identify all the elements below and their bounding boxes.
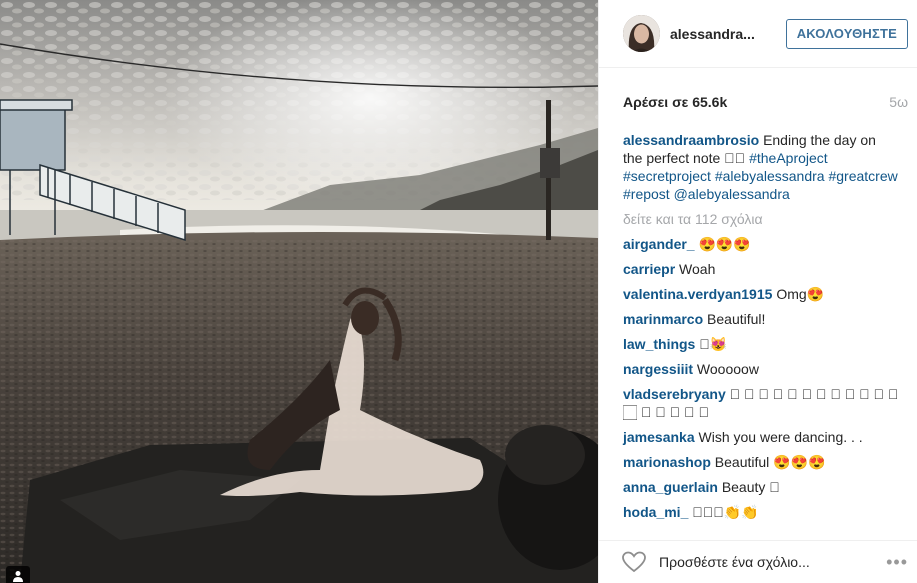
view-all-comments-link[interactable]: δείτε και τα 112 σχόλια <box>623 210 899 228</box>
caption-username[interactable]: alessandraambrosio <box>623 132 759 148</box>
comment-text: Woah <box>679 261 716 277</box>
comment-footer: Προσθέστε ένα σχόλιο... ••• <box>599 540 917 583</box>
hashtag[interactable]: #alebyalessandra <box>715 168 825 184</box>
comment-item: vladserebryany 🏻 🏻 🏻 🏻 🏻 🏻 🏻 🏻 🏻 🏻 🏻 🏻 🏻… <box>623 385 899 421</box>
comment-username[interactable]: vladserebryany <box>623 386 726 402</box>
post-caption: alessandraambrosio Ending the day on the… <box>623 131 899 203</box>
comment-item: marinmarco Beautiful! <box>623 310 899 328</box>
comments-list: alessandraambrosio Ending the day on the… <box>623 131 899 528</box>
follow-button[interactable]: ΑΚΟΛΟΥΘΗΣΤΕ <box>785 18 908 49</box>
comment-username[interactable]: hoda_mi_ <box>623 504 688 520</box>
comment-username[interactable]: airgander_ <box>623 236 695 252</box>
comment-text: 🏻😻 <box>709 336 728 352</box>
comment-username[interactable]: law_things <box>623 336 695 352</box>
hashtag[interactable]: #secretproject <box>623 168 711 184</box>
comment-text: Omg😍 <box>776 286 825 302</box>
comment-username[interactable]: marionashop <box>623 454 711 470</box>
comment-username[interactable]: carriepr <box>623 261 675 277</box>
tagged-users-button[interactable] <box>6 566 30 583</box>
avatar-portrait-icon <box>623 15 660 52</box>
like-button[interactable] <box>621 549 647 575</box>
comment-text: Wooooow <box>696 361 759 377</box>
comment-text: 🏻🏻🏻👏👏 <box>723 504 759 520</box>
comment-item: airgander_ 😍😍😍 <box>623 235 899 253</box>
comment-username[interactable]: anna_guerlain <box>623 479 718 495</box>
comment-text: Beautiful! <box>707 311 766 327</box>
post-side-panel: alessandra... ΑΚΟΛΟΥΘΗΣΤΕ Αρέσει σε 65.6… <box>598 0 917 583</box>
comment-item: valentina.verdyan1915 Omg😍 <box>623 285 899 303</box>
comment-item: anna_guerlain Beauty 🏻 <box>623 478 899 496</box>
comment-item: jamesanka Wish you were dancing. . . <box>623 428 899 446</box>
post-header: alessandra... ΑΚΟΛΟΥΘΗΣΤΕ <box>599 0 917 68</box>
comment-item: marionashop Beautiful 😍😍😍 <box>623 453 899 471</box>
avatar[interactable] <box>623 15 660 52</box>
post-photo[interactable] <box>0 0 598 583</box>
comment-text: Beautiful 😍😍😍 <box>714 454 826 470</box>
comment-item: nargessiiit Wooooow <box>623 360 899 378</box>
post-username[interactable]: alessandra... <box>670 26 786 42</box>
comment-username[interactable]: nargessiiit <box>623 361 693 377</box>
likes-count[interactable]: Αρέσει σε 65.6k <box>623 94 727 110</box>
post-stats: Αρέσει σε 65.6k 5ω <box>623 94 908 110</box>
beach-photo-scene <box>0 0 598 583</box>
comment-text: 😍😍😍 <box>698 236 751 252</box>
comment-item: carriepr Woah <box>623 260 899 278</box>
comment-item: law_things 🏻😻 <box>623 335 899 353</box>
more-options-icon[interactable]: ••• <box>886 552 908 573</box>
comment-username[interactable]: jamesanka <box>623 429 695 445</box>
post-time[interactable]: 5ω <box>889 94 908 110</box>
person-tag-icon <box>13 571 23 582</box>
hashtag[interactable]: #repost <box>623 186 670 202</box>
post-viewer: alessandra... ΑΚΟΛΟΥΘΗΣΤΕ Αρέσει σε 65.6… <box>0 0 917 583</box>
hashtag[interactable]: #greatcrew <box>828 168 897 184</box>
add-comment-input[interactable]: Προσθέστε ένα σχόλιο... <box>659 554 886 570</box>
comment-text: Beauty 🏻 <box>721 479 780 495</box>
heart-icon <box>622 551 646 573</box>
mention[interactable]: @alebyalessandra <box>674 186 790 202</box>
comment-text: Wish you were dancing. . . <box>698 429 863 445</box>
hashtag[interactable]: #theAproject <box>749 150 828 166</box>
comment-item: hoda_mi_ 🏻🏻🏻👏👏 <box>623 503 899 521</box>
comment-username[interactable]: marinmarco <box>623 311 703 327</box>
comment-username[interactable]: valentina.verdyan1915 <box>623 286 772 302</box>
